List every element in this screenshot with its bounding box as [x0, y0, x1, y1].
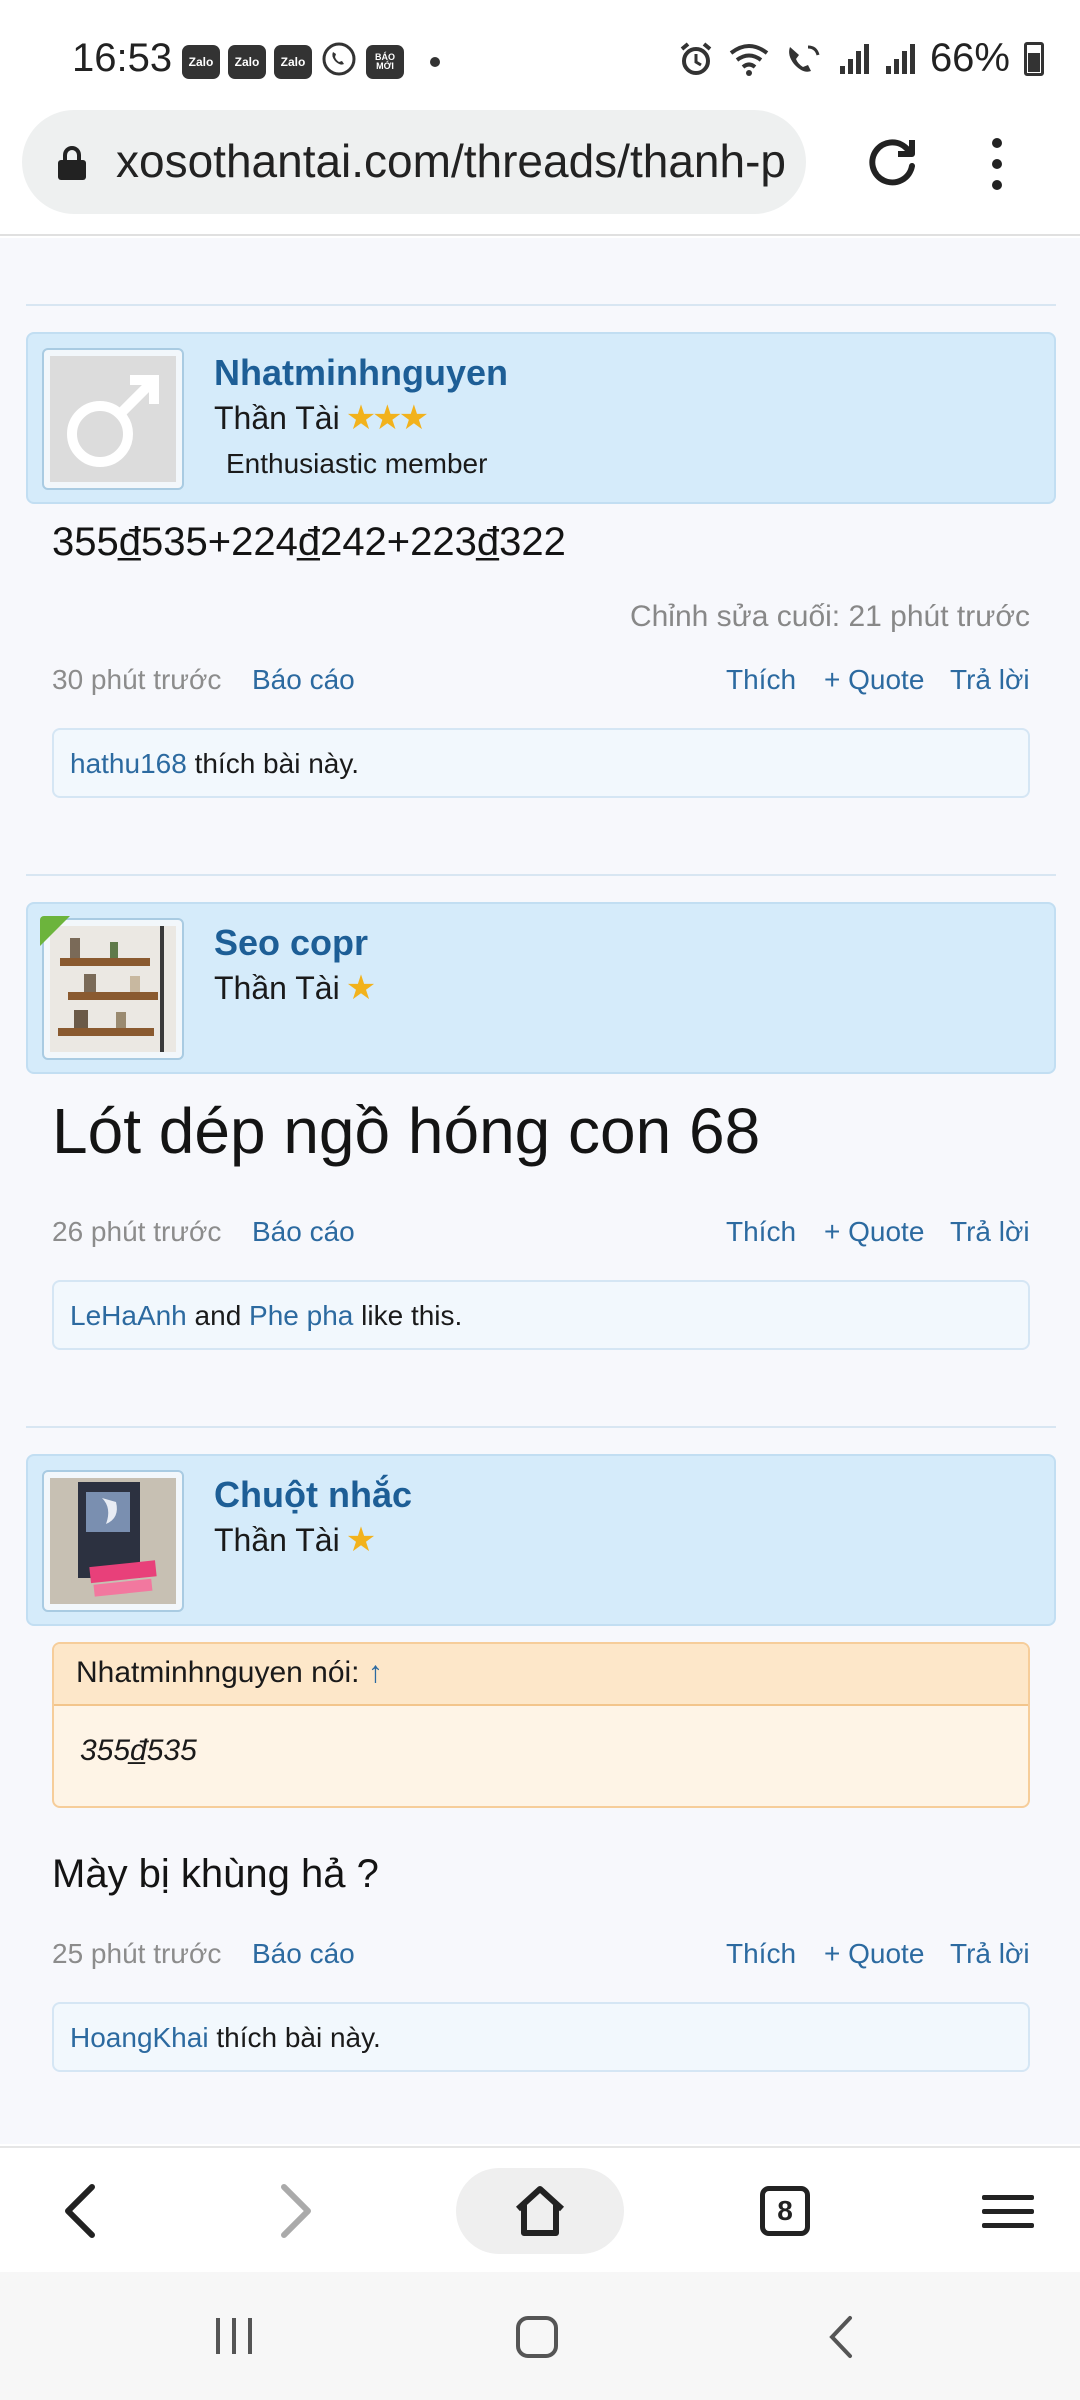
url-field[interactable]: xosothantai.com/threads/thanh-p	[22, 110, 806, 214]
post-body: Lót dép ngồ hóng con 68	[52, 1095, 761, 1167]
zalo-icon: Zalo	[182, 44, 220, 79]
post-user-card: Chuột nhắc Thần Tài ★	[26, 1454, 1056, 1626]
liker-link[interactable]: hathu168	[70, 748, 187, 779]
status-time: 16:53	[72, 36, 173, 80]
liker-link[interactable]: LeHaAnh	[70, 1300, 187, 1331]
wifi-calling-icon	[789, 45, 820, 72]
reply-link[interactable]: Trả lời	[950, 664, 1030, 696]
quote-link[interactable]: + Quote	[824, 1938, 924, 1970]
lock-icon	[58, 146, 86, 180]
browser-address-bar: xosothantai.com/threads/thanh-p	[0, 110, 1080, 236]
post-divider	[26, 874, 1056, 876]
quote-link[interactable]: + Quote	[824, 1216, 924, 1248]
post-actions: 30 phút trước Báo cáo Thích + Quote Trả …	[52, 664, 1032, 704]
quote-text: 355đ̲535	[80, 1734, 197, 1767]
more-notifications-dot-icon	[430, 56, 440, 67]
author-name[interactable]: Chuột nhắc	[214, 1474, 412, 1516]
post-user-card: Seo copr Thần Tài ★	[26, 902, 1056, 1074]
url-text: xosothantai.com/threads/thanh-p	[116, 135, 786, 187]
user-rank: Thần Tài ★	[214, 969, 377, 1007]
rank-stars: ★	[345, 969, 377, 1007]
reply-link[interactable]: Trả lời	[950, 1216, 1030, 1248]
report-link[interactable]: Báo cáo	[252, 1938, 355, 1970]
system-navigation-bar	[0, 2272, 1080, 2400]
post-body: Mày bị khùng hả ?	[52, 1852, 379, 1896]
browser-menu-icon[interactable]	[982, 134, 1012, 194]
avatar[interactable]	[42, 348, 184, 490]
product-photo-avatar	[50, 1478, 176, 1604]
forward-button[interactable]	[256, 2168, 336, 2254]
quote-block: Nhatminhnguyen nói: ↑ 355đ̲535	[52, 1642, 1030, 1808]
reply-link[interactable]: Trả lời	[950, 1938, 1030, 1970]
post-actions: 26 phút trước Báo cáo Thích + Quote Trả …	[52, 1216, 1032, 1256]
recent-apps-icon[interactable]	[212, 2316, 256, 2356]
report-link[interactable]: Báo cáo	[252, 664, 355, 696]
status-bar: 16:53 Zalo Zalo Zalo BÁO MỚI 66%	[0, 0, 1080, 110]
signal-icon	[885, 43, 915, 74]
author-name[interactable]: Seo copr	[214, 922, 368, 964]
likes-summary: HoangKhai thích bài này.	[52, 2002, 1030, 2072]
rank-stars: ★★★	[345, 399, 429, 437]
quote-header: Nhatminhnguyen nói: ↑	[54, 1644, 1028, 1706]
back-button[interactable]	[40, 2168, 120, 2254]
user-rank: Thần Tài ★★★	[214, 399, 429, 437]
battery-icon	[1024, 41, 1044, 76]
like-link[interactable]: Thích	[726, 1938, 796, 1970]
menu-button[interactable]	[966, 2168, 1050, 2254]
system-back-icon[interactable]	[826, 2314, 856, 2360]
quote-link[interactable]: + Quote	[824, 664, 924, 696]
tab-count: 8	[760, 2186, 810, 2236]
zalo-icon: Zalo	[274, 44, 312, 79]
wifi-icon	[729, 43, 769, 76]
likes-summary: hathu168 thích bài này.	[52, 728, 1030, 798]
post-divider	[26, 1426, 1056, 1428]
alarm-icon	[680, 41, 712, 75]
home-icon	[515, 2186, 565, 2236]
avatar[interactable]	[42, 1470, 184, 1612]
post-time[interactable]: 25 phút trước	[52, 1938, 221, 1970]
post-user-card: Nhatminhnguyen Thần Tài ★★★ Enthusiastic …	[26, 332, 1056, 504]
notification-icons: Zalo Zalo Zalo BÁO MỚI	[182, 40, 440, 83]
viber-icon	[320, 40, 358, 83]
tabs-button[interactable]: 8	[740, 2168, 830, 2254]
liker-link[interactable]: Phe pha	[249, 1300, 353, 1331]
author-name[interactable]: Nhatminhnguyen	[214, 352, 508, 394]
post-time[interactable]: 26 phút trước	[52, 1216, 221, 1248]
forward-arrow-icon	[281, 2184, 311, 2238]
default-male-avatar-icon	[67, 375, 159, 467]
last-edited: Chỉnh sửa cuối: 21 phút trước	[629, 600, 1030, 633]
post-actions: 25 phút trước Báo cáo Thích + Quote Trả …	[52, 1938, 1032, 1978]
online-indicator	[40, 916, 70, 946]
rank-stars: ★	[345, 1521, 377, 1559]
zalo-icon: Zalo	[228, 44, 266, 79]
thread-content: Nhatminhnguyen Thần Tài ★★★ Enthusiastic …	[0, 238, 1080, 2144]
reload-icon[interactable]	[862, 132, 922, 192]
baomoi-icon: BÁO MỚI	[366, 44, 404, 79]
hamburger-icon	[982, 2194, 1034, 2228]
quote-jump-up-icon[interactable]: ↑	[368, 1656, 383, 1689]
back-arrow-icon	[65, 2184, 95, 2238]
like-link[interactable]: Thích	[726, 1216, 796, 1248]
browser-bottom-toolbar: 8	[0, 2146, 1080, 2272]
user-rank: Thần Tài ★	[214, 1521, 377, 1559]
system-icons: 66%	[678, 36, 1044, 81]
home-button[interactable]	[456, 2168, 624, 2254]
post-divider	[26, 304, 1056, 306]
battery-percent: 66%	[929, 36, 1010, 80]
post-time[interactable]: 30 phút trước	[52, 664, 221, 696]
signal-icon	[839, 43, 869, 74]
post-body: 355đ̲535+224đ̲242+223đ̲322	[52, 520, 566, 564]
liker-link[interactable]: HoangKhai	[70, 2022, 209, 2053]
system-home-icon[interactable]	[514, 2314, 560, 2360]
user-blurb: Enthusiastic member	[226, 448, 488, 479]
quote-author: Nhatminhnguyen nói:	[76, 1656, 368, 1689]
likes-summary: LeHaAnh and Phe pha like this.	[52, 1280, 1030, 1350]
like-link[interactable]: Thích	[726, 664, 796, 696]
report-link[interactable]: Báo cáo	[252, 1216, 355, 1248]
